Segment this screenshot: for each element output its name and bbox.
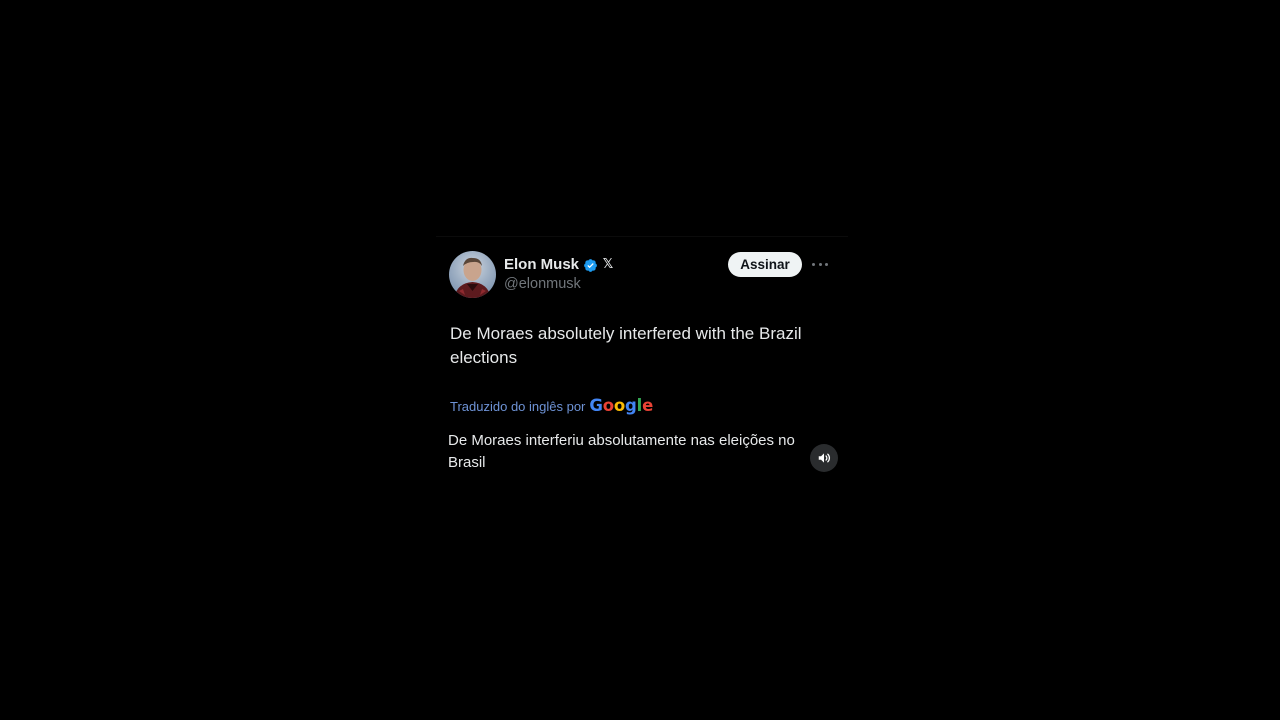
- google-letter: G: [589, 396, 603, 415]
- x-logo-icon: 𝕏: [602, 256, 614, 271]
- more-horizontal-icon[interactable]: [812, 255, 828, 273]
- tweet-text: De Moraes absolutely interfered with the…: [450, 324, 802, 367]
- dot: [818, 262, 822, 266]
- avatar[interactable]: [449, 251, 496, 298]
- author-handle[interactable]: @elonmusk: [504, 276, 581, 292]
- google-letter: e: [642, 396, 654, 415]
- speaker-icon: [818, 453, 830, 463]
- speaker-button[interactable]: [810, 444, 838, 472]
- avatar-portrait: [454, 257, 491, 298]
- google-logo: Google: [589, 396, 653, 415]
- video-frame: Elon Musk 𝕏 @elonmusk Assinar De Moraes …: [0, 0, 1280, 720]
- google-letter: o: [613, 396, 626, 415]
- author-name[interactable]: Elon Musk: [504, 256, 579, 273]
- translation-attribution[interactable]: Traduzido do inglês por Google: [450, 396, 653, 415]
- translation-label: Traduzido do inglês por: [450, 399, 586, 414]
- subscribe-button[interactable]: Assinar: [728, 252, 802, 277]
- translated-text: De Moraes interferiu absolutamente nas e…: [448, 432, 795, 471]
- tweet-card: Elon Musk 𝕏 @elonmusk Assinar De Moraes …: [436, 236, 848, 496]
- dot: [825, 262, 828, 266]
- dot: [812, 262, 815, 266]
- verified-badge-icon: [584, 259, 597, 272]
- google-letter: g: [625, 396, 637, 415]
- google-letter: o: [602, 396, 614, 415]
